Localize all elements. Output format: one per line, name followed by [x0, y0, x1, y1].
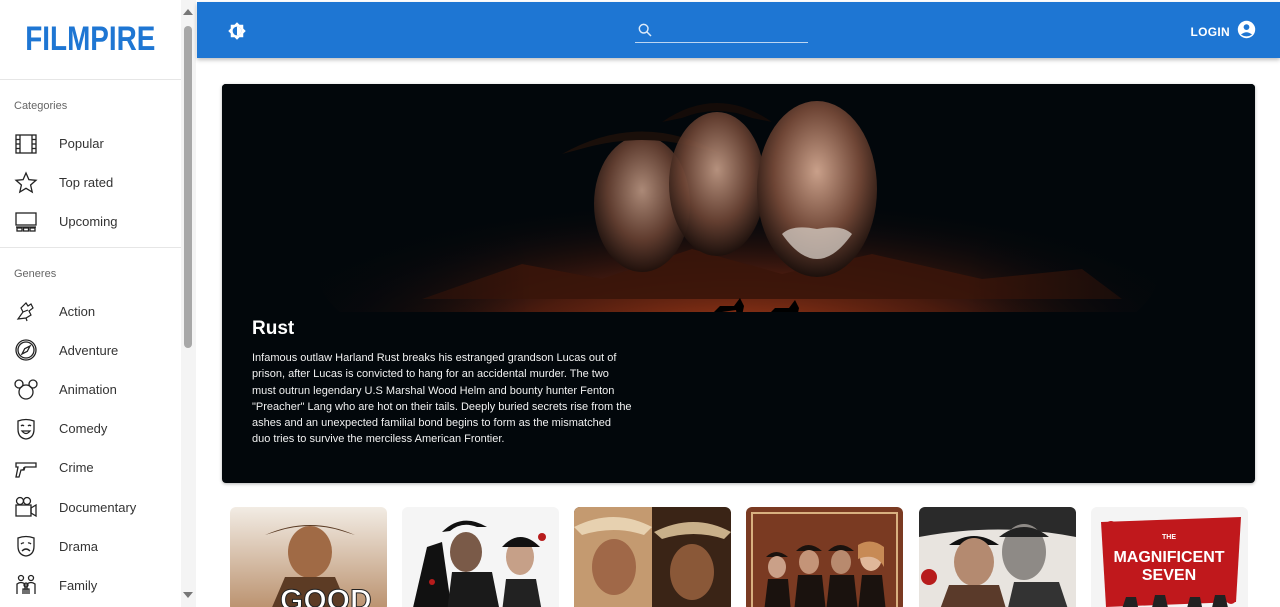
sidebar-item-label: Action: [59, 303, 96, 319]
star-icon: [13, 170, 39, 196]
sidebar-item-label: Upcoming: [59, 214, 118, 230]
cinema-icon: [13, 209, 39, 235]
movie-list: GOOD THE MAGNIFICENT SEVEN: [230, 507, 1260, 607]
search-box: [635, 18, 808, 43]
film-icon: [13, 131, 39, 157]
sidebar-item-label: Top rated: [59, 175, 114, 191]
sidebar-item-label: Adventure: [59, 342, 119, 358]
sidebar-item-animation[interactable]: Animation: [0, 370, 181, 409]
comedy-mask-icon: [13, 416, 39, 442]
action-icon: [13, 298, 39, 324]
movie-card[interactable]: [402, 507, 559, 607]
featured-movie-overview: Infamous outlaw Harland Rust breaks his …: [252, 352, 632, 446]
sidebar-item-drama[interactable]: Drama: [0, 527, 181, 566]
sidebar-item-adventure[interactable]: Adventure: [0, 331, 181, 370]
movie-poster-image: THE MAGNIFICENT SEVEN: [1091, 507, 1248, 607]
sidebar-item-label: Drama: [59, 538, 99, 554]
movie-poster-image: [574, 507, 731, 607]
categories-heading: Categories: [14, 100, 68, 112]
poster-title-line1: THE: [1162, 534, 1176, 541]
sidebar-item-comedy[interactable]: Comedy: [0, 409, 181, 448]
movie-card[interactable]: [574, 507, 731, 607]
search-input[interactable]: [659, 20, 804, 40]
scroll-up-arrow-icon[interactable]: [183, 9, 193, 15]
top-app-bar: LOGIN: [197, 2, 1280, 58]
account-circle-icon: [1237, 20, 1256, 44]
login-button[interactable]: LOGIN: [1191, 20, 1257, 44]
sidebar-item-label: Crime: [59, 460, 94, 476]
login-label: LOGIN: [1190, 25, 1230, 39]
sidebar: FILMPIRE Categories Popular Top rated Up…: [0, 0, 196, 607]
scroll-down-arrow-icon[interactable]: [183, 592, 193, 598]
featured-backdrop-image: [222, 84, 1255, 324]
sidebar-item-family[interactable]: Family: [0, 566, 181, 605]
movie-poster-image: [919, 507, 1076, 607]
scroll-thumb[interactable]: [184, 26, 192, 348]
sidebar-item-label: Popular: [59, 136, 104, 152]
sidebar-item-top-rated[interactable]: Top rated: [0, 163, 181, 202]
sidebar-item-label: Family: [59, 577, 98, 593]
poster-title-text: GOOD: [280, 584, 372, 607]
movie-poster-image: GOOD: [230, 507, 387, 607]
movie-poster-image: [402, 507, 559, 607]
sidebar-item-label: Animation: [59, 382, 117, 398]
poster-title-line2: MAGNIFICENT: [1113, 549, 1224, 566]
family-icon: [13, 572, 39, 598]
search-icon: [637, 22, 653, 38]
sidebar-scrollbar[interactable]: [181, 0, 196, 607]
sidebar-item-documentary[interactable]: Documentary: [0, 488, 181, 527]
logo-container: FILMPIRE: [0, 0, 181, 80]
movie-card[interactable]: THE MAGNIFICENT SEVEN: [1091, 507, 1248, 607]
movie-card[interactable]: [919, 507, 1076, 607]
sidebar-item-upcoming[interactable]: Upcoming: [0, 202, 181, 241]
sidebar-item-label: Documentary: [59, 499, 137, 515]
sidebar-item-action[interactable]: Action: [0, 292, 181, 331]
drama-mask-icon: [13, 533, 39, 559]
mouse-ears-icon: [13, 377, 39, 403]
sidebar-item-label: Comedy: [59, 421, 108, 437]
featured-movie-title: Rust: [252, 318, 295, 339]
sidebar-item-popular[interactable]: Popular: [0, 124, 181, 163]
featured-movie-banner[interactable]: Rust Infamous outlaw Harland Rust breaks…: [222, 84, 1255, 483]
app-logo[interactable]: FILMPIRE: [25, 20, 155, 59]
movie-card[interactable]: [746, 507, 903, 607]
sidebar-item-crime[interactable]: Crime: [0, 448, 181, 487]
genres-heading: Generes: [14, 267, 57, 280]
movie-poster-image: [746, 507, 903, 607]
brightness-icon: [227, 22, 247, 45]
compass-icon: [13, 337, 39, 363]
gun-icon: [13, 455, 39, 481]
camera-icon: [13, 494, 39, 520]
movie-card[interactable]: GOOD: [230, 507, 387, 607]
theme-toggle-button[interactable]: [227, 21, 247, 41]
poster-title-line3: SEVEN: [1142, 567, 1196, 584]
